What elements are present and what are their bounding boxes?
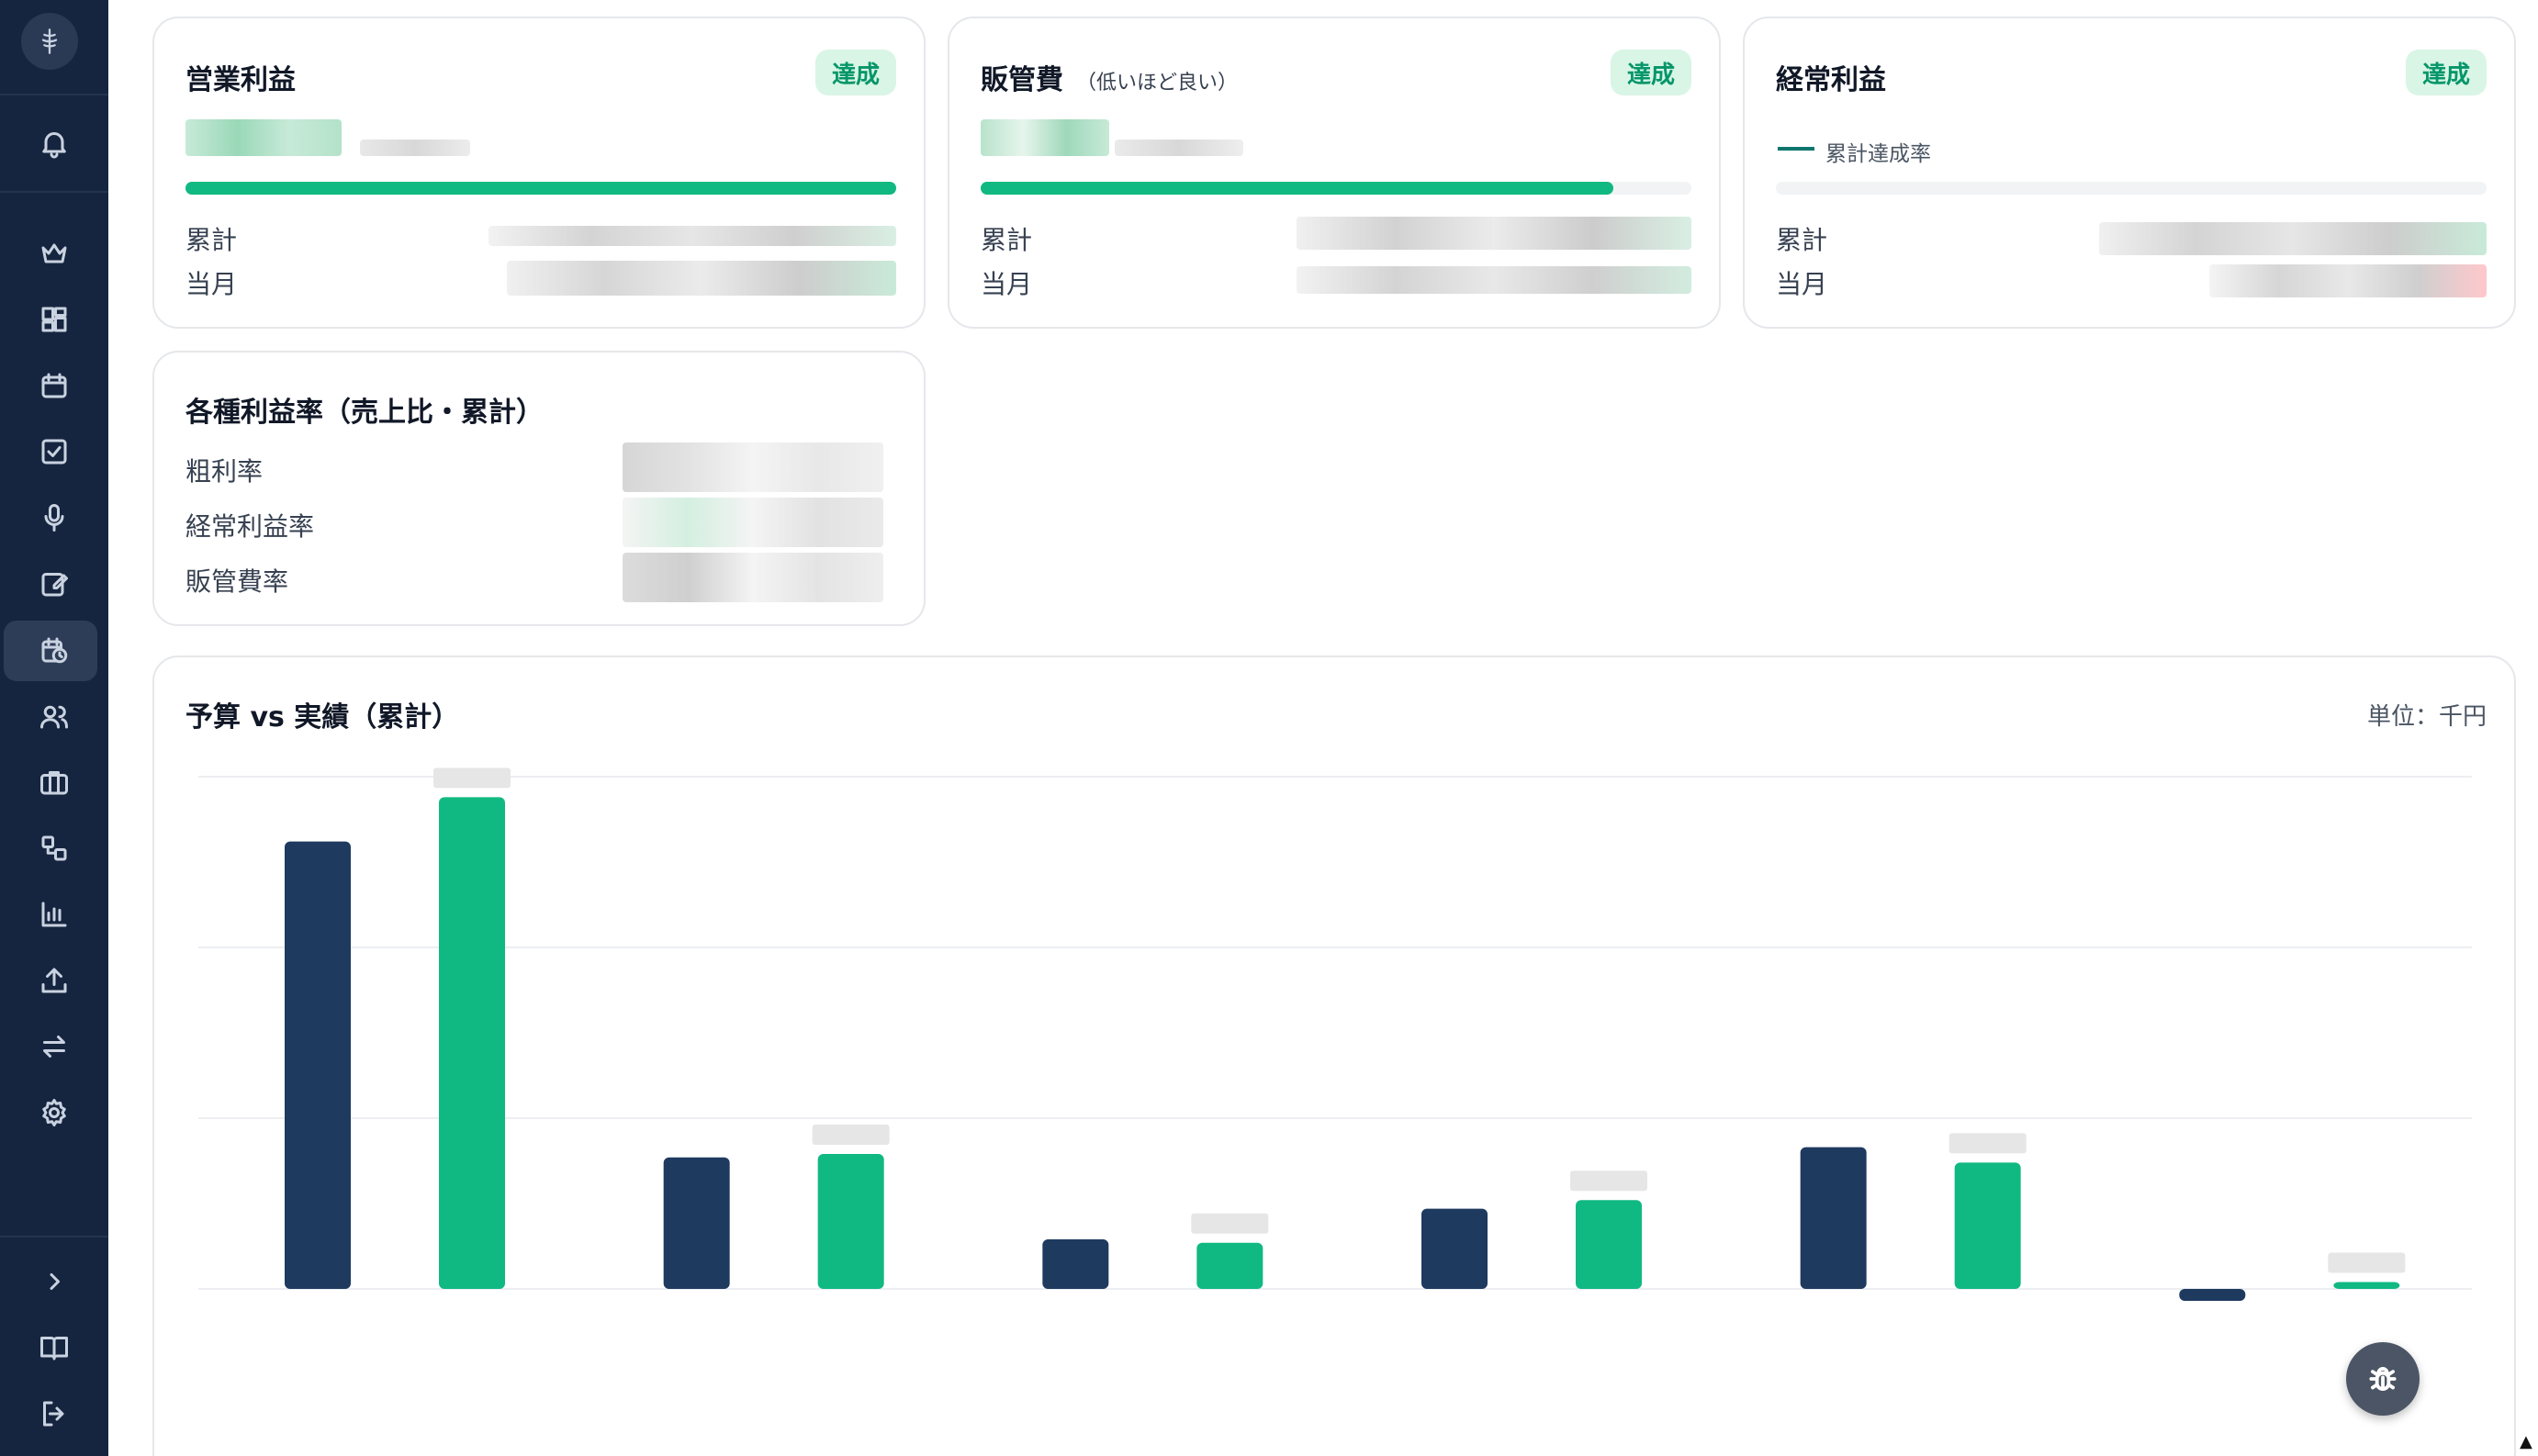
progress-track (1776, 182, 2487, 195)
redacted-data-label (812, 1125, 890, 1146)
ratio-label: 販管費率 (185, 566, 289, 597)
ratio-label: 粗利率 (185, 456, 264, 487)
bar-chart (198, 767, 2472, 1302)
redacted-value (623, 553, 883, 602)
progress-track (185, 182, 896, 195)
redacted-value (2209, 264, 2487, 297)
redacted-value (360, 140, 470, 156)
profit-ratios-card: 各種利益率（売上比・累計） 粗利率 経常利益率 販管費率 (152, 351, 926, 626)
status-badge: 達成 (1610, 50, 1691, 95)
redacted-value (507, 261, 896, 296)
legend-line (1778, 147, 1814, 151)
redacted-value (623, 498, 883, 547)
redacted-data-label (1570, 1170, 1647, 1192)
progress-fill (981, 182, 1613, 195)
sga-card: 販管費 （低いほど良い） 達成 累計 当月 (948, 17, 1721, 329)
bar-chart-icon[interactable] (32, 892, 76, 936)
progress-fill (185, 182, 896, 195)
budget-vs-actual-card: 予算 vs 実績（累計） 単位：千円 (152, 655, 2516, 1456)
row-label-cumulative: 累計 (185, 225, 238, 255)
users-icon[interactable] (32, 694, 76, 738)
redacted-value (489, 226, 896, 246)
card-title-text: 販管費 (981, 64, 1063, 96)
row-label-cumulative: 累計 (1776, 225, 1828, 255)
bug-icon[interactable] (2346, 1342, 2420, 1416)
status-badge: 達成 (2405, 50, 2487, 95)
budget-bar[interactable] (2179, 1289, 2246, 1302)
briefcase-icon[interactable] (32, 760, 76, 804)
operating-profit-card: 営業利益 達成 累計 当月 (152, 17, 926, 329)
gear-icon[interactable] (32, 1091, 76, 1135)
logout-icon[interactable] (32, 1392, 76, 1436)
row-label-month: 当月 (185, 269, 238, 299)
card-title: 経常利益 (1776, 64, 1886, 96)
redacted-value (1297, 217, 1691, 250)
actual-bar[interactable] (817, 1154, 884, 1289)
redacted-value (623, 442, 883, 492)
redacted-data-label (1948, 1133, 2027, 1154)
chevron-right-icon[interactable] (32, 1260, 76, 1304)
upload-icon[interactable] (32, 958, 76, 1002)
redacted-value (1297, 266, 1691, 294)
calendar-clock-icon[interactable] (32, 628, 76, 672)
ratio-label: 経常利益率 (185, 511, 315, 542)
actual-bar[interactable] (1576, 1200, 1642, 1289)
checkbox-icon[interactable] (32, 430, 76, 474)
redacted-value (981, 119, 1109, 156)
dashboard-grid-icon[interactable] (32, 297, 76, 342)
scroll-up-arrow[interactable]: ▲ (2520, 1432, 2532, 1451)
workflow-icon[interactable] (32, 826, 76, 870)
bell-icon[interactable] (32, 121, 76, 165)
budget-bar[interactable] (663, 1157, 730, 1289)
actual-bar[interactable] (2333, 1282, 2400, 1289)
microphone-icon[interactable] (32, 496, 76, 540)
budget-bar[interactable] (1042, 1239, 1109, 1289)
card-title: 販管費 （低いほど良い） (981, 57, 1238, 97)
sidebar (0, 0, 108, 1456)
redacted-value (185, 119, 342, 156)
legend-label: 累計達成率 (1825, 142, 1931, 166)
card-title: 営業利益 (185, 64, 296, 96)
actual-bar[interactable] (1954, 1162, 2021, 1289)
logo-icon[interactable] (21, 13, 78, 70)
ordinary-profit-card: 経常利益 達成 累計達成率 累計 当月 (1743, 17, 2516, 329)
actual-bar[interactable] (1196, 1242, 1263, 1289)
redacted-data-label (1191, 1213, 1269, 1234)
book-icon[interactable] (32, 1326, 76, 1370)
status-badge: 達成 (814, 50, 896, 95)
crown-icon[interactable] (32, 231, 76, 275)
row-label-cumulative: 累計 (981, 225, 1033, 255)
row-label-month: 当月 (981, 269, 1033, 299)
redacted-data-label (2328, 1252, 2406, 1273)
budget-bar[interactable] (1800, 1147, 1867, 1289)
redacted-value (1115, 140, 1243, 156)
budget-bar[interactable] (285, 841, 351, 1289)
transfer-icon[interactable] (32, 1025, 76, 1069)
card-subtitle: （低いほど良い） (1076, 72, 1239, 95)
budget-bar[interactable] (1421, 1208, 1488, 1289)
calendar-icon[interactable] (32, 364, 76, 408)
row-label-month: 当月 (1776, 269, 1828, 299)
actual-bar[interactable] (439, 797, 505, 1289)
edit-note-icon[interactable] (32, 562, 76, 606)
card-title: 各種利益率（売上比・累計） (185, 397, 544, 429)
redacted-data-label (433, 767, 511, 789)
progress-track (981, 182, 1691, 195)
redacted-value (2099, 222, 2487, 255)
